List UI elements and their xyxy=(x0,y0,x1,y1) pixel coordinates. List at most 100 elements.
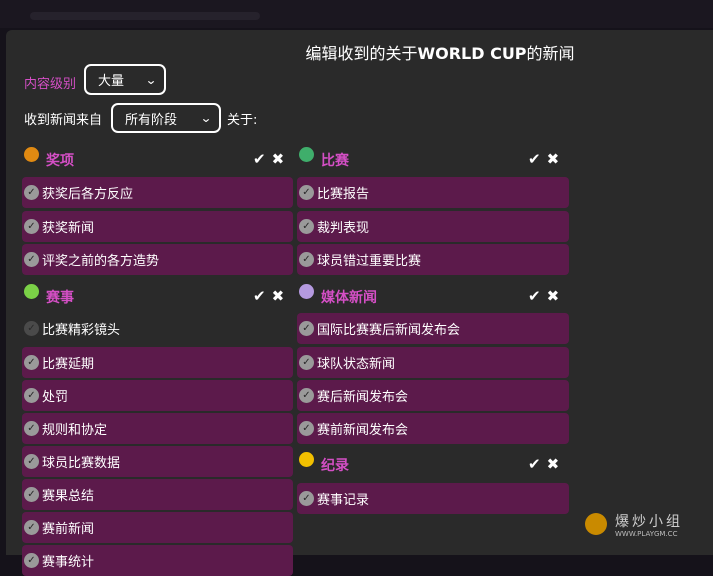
title-suffix: 的新闻 xyxy=(526,44,575,63)
category-actions-awards: ✔ ✖ xyxy=(247,150,284,168)
check-icon[interactable]: ✔ xyxy=(528,150,541,168)
chevron-down-icon: ⌄ xyxy=(144,72,158,87)
category-header-awards: 奖项 ✔ ✖ xyxy=(24,147,294,171)
news-item-label: 赛事记录 xyxy=(317,493,370,508)
news-item-competition-5[interactable]: ✓ 赛果总结 xyxy=(22,479,293,510)
check-icon: ✓ xyxy=(299,219,314,234)
category-actions-records: ✔ ✖ xyxy=(522,455,559,473)
news-item-media-0[interactable]: ✓ 国际比赛赛后新闻发布会 xyxy=(297,313,569,344)
check-icon[interactable]: ✔ xyxy=(253,150,266,168)
check-icon: ✓ xyxy=(299,321,314,336)
stage-value: 所有阶段 xyxy=(125,112,178,128)
news-item-label: 球队状态新闻 xyxy=(317,357,396,372)
check-icon: ✓ xyxy=(24,454,39,469)
category-title-media: 媒体新闻 xyxy=(321,290,377,306)
news-item-label: 获奖后各方反应 xyxy=(42,187,134,202)
news-item-awards-0[interactable]: ✓ 获奖后各方反应 xyxy=(22,177,293,208)
news-item-competition-7[interactable]: ✓ 赛事统计 xyxy=(22,545,293,576)
category-header-media: 媒体新闻 ✔ ✖ xyxy=(299,284,569,308)
background-window-bar xyxy=(0,0,713,28)
check-icon: ✓ xyxy=(24,252,39,267)
news-item-label: 球员错过重要比赛 xyxy=(317,254,422,269)
check-icon: ✓ xyxy=(24,487,39,502)
check-icon: ✓ xyxy=(299,421,314,436)
close-icon[interactable]: ✖ xyxy=(547,150,560,168)
news-item-match-0[interactable]: ✓ 比赛报告 xyxy=(297,177,569,208)
competition-color-dot xyxy=(24,284,39,299)
check-icon: ✓ xyxy=(24,421,39,436)
watermark-logo-icon xyxy=(585,513,607,535)
news-item-match-2[interactable]: ✓ 球员错过重要比赛 xyxy=(297,244,569,275)
news-item-label: 比赛报告 xyxy=(317,187,370,202)
news-item-label: 比赛精彩镜头 xyxy=(42,323,121,338)
news-item-media-1[interactable]: ✓ 球队状态新闻 xyxy=(297,347,569,378)
stage-dropdown[interactable]: 所有阶段 ⌄ xyxy=(111,103,221,133)
check-icon[interactable]: ✔ xyxy=(253,287,266,305)
match-color-dot xyxy=(299,147,314,162)
news-item-competition-2[interactable]: ✓ 处罚 xyxy=(22,380,293,411)
chevron-down-icon: ⌄ xyxy=(199,111,213,125)
watermark: 爆炒小组 WWW.PLAYGM.CC xyxy=(585,511,705,541)
news-item-label: 评奖之前的各方造势 xyxy=(42,254,160,269)
news-item-match-1[interactable]: ✓ 裁判表现 xyxy=(297,211,569,242)
close-icon[interactable]: ✖ xyxy=(272,150,285,168)
check-icon: ✓ xyxy=(299,355,314,370)
news-item-label: 赛前新闻 xyxy=(42,522,95,537)
watermark-url: WWW.PLAYGM.CC xyxy=(615,530,678,538)
check-icon[interactable]: ✔ xyxy=(528,455,541,473)
content-level-value: 大量 xyxy=(98,74,125,89)
check-icon: ✓ xyxy=(299,491,314,506)
title-prefix: 编辑收到的关于 xyxy=(305,44,418,63)
blurred-bar-content xyxy=(30,12,260,20)
source-label: 收到新闻来自 xyxy=(24,113,103,128)
check-icon: ✓ xyxy=(24,520,39,535)
news-item-label: 比赛延期 xyxy=(42,357,95,372)
check-icon: ✓ xyxy=(299,185,314,200)
close-icon[interactable]: ✖ xyxy=(547,287,560,305)
title-competition-name: WORLD CUP xyxy=(417,44,527,63)
category-header-competition: 赛事 ✔ ✖ xyxy=(24,284,294,308)
category-actions-competition: ✔ ✖ xyxy=(247,287,284,305)
news-item-label: 赛事统计 xyxy=(42,555,95,570)
category-title-match: 比赛 xyxy=(321,153,349,169)
news-item-label: 赛前新闻发布会 xyxy=(317,423,409,438)
check-icon[interactable]: ✔ xyxy=(528,287,541,305)
check-icon: ✓ xyxy=(24,321,39,336)
news-item-competition-0[interactable]: ✓ 比赛精彩镜头 xyxy=(22,313,293,344)
news-item-label: 裁判表现 xyxy=(317,221,370,236)
dialog-title: 编辑收到的关于WORLD CUP的新闻 xyxy=(0,40,713,64)
news-item-label: 处罚 xyxy=(42,390,69,405)
check-icon: ✓ xyxy=(299,388,314,403)
news-item-media-3[interactable]: ✓ 赛前新闻发布会 xyxy=(297,413,569,444)
check-icon: ✓ xyxy=(24,219,39,234)
category-actions-match: ✔ ✖ xyxy=(522,150,559,168)
news-item-competition-6[interactable]: ✓ 赛前新闻 xyxy=(22,512,293,543)
news-item-competition-1[interactable]: ✓ 比赛延期 xyxy=(22,347,293,378)
news-item-label: 球员比赛数据 xyxy=(42,456,121,471)
category-header-records: 纪录 ✔ ✖ xyxy=(299,452,569,476)
category-title-awards: 奖项 xyxy=(46,153,74,169)
news-item-awards-1[interactable]: ✓ 获奖新闻 xyxy=(22,211,293,242)
content-level-label: 内容级别 xyxy=(24,77,77,92)
watermark-text: 爆炒小组 xyxy=(615,514,683,530)
check-icon: ✓ xyxy=(24,388,39,403)
news-item-competition-3[interactable]: ✓ 规则和协定 xyxy=(22,413,293,444)
news-item-awards-2[interactable]: ✓ 评奖之前的各方造势 xyxy=(22,244,293,275)
news-item-records-0[interactable]: ✓ 赛事记录 xyxy=(297,483,569,514)
awards-color-dot xyxy=(24,147,39,162)
source-suffix: 关于: xyxy=(227,113,258,128)
news-item-competition-4[interactable]: ✓ 球员比赛数据 xyxy=(22,446,293,477)
close-icon[interactable]: ✖ xyxy=(547,455,560,473)
content-level-dropdown[interactable]: 大量 ⌄ xyxy=(84,64,166,95)
category-actions-media: ✔ ✖ xyxy=(522,287,559,305)
check-icon: ✓ xyxy=(24,553,39,568)
category-header-match: 比赛 ✔ ✖ xyxy=(299,147,569,171)
news-item-media-2[interactable]: ✓ 赛后新闻发布会 xyxy=(297,380,569,411)
check-icon: ✓ xyxy=(24,355,39,370)
news-item-label: 赛果总结 xyxy=(42,489,95,504)
check-icon: ✓ xyxy=(24,185,39,200)
check-icon: ✓ xyxy=(299,252,314,267)
news-item-label: 获奖新闻 xyxy=(42,221,95,236)
close-icon[interactable]: ✖ xyxy=(272,287,285,305)
media-color-dot xyxy=(299,284,314,299)
